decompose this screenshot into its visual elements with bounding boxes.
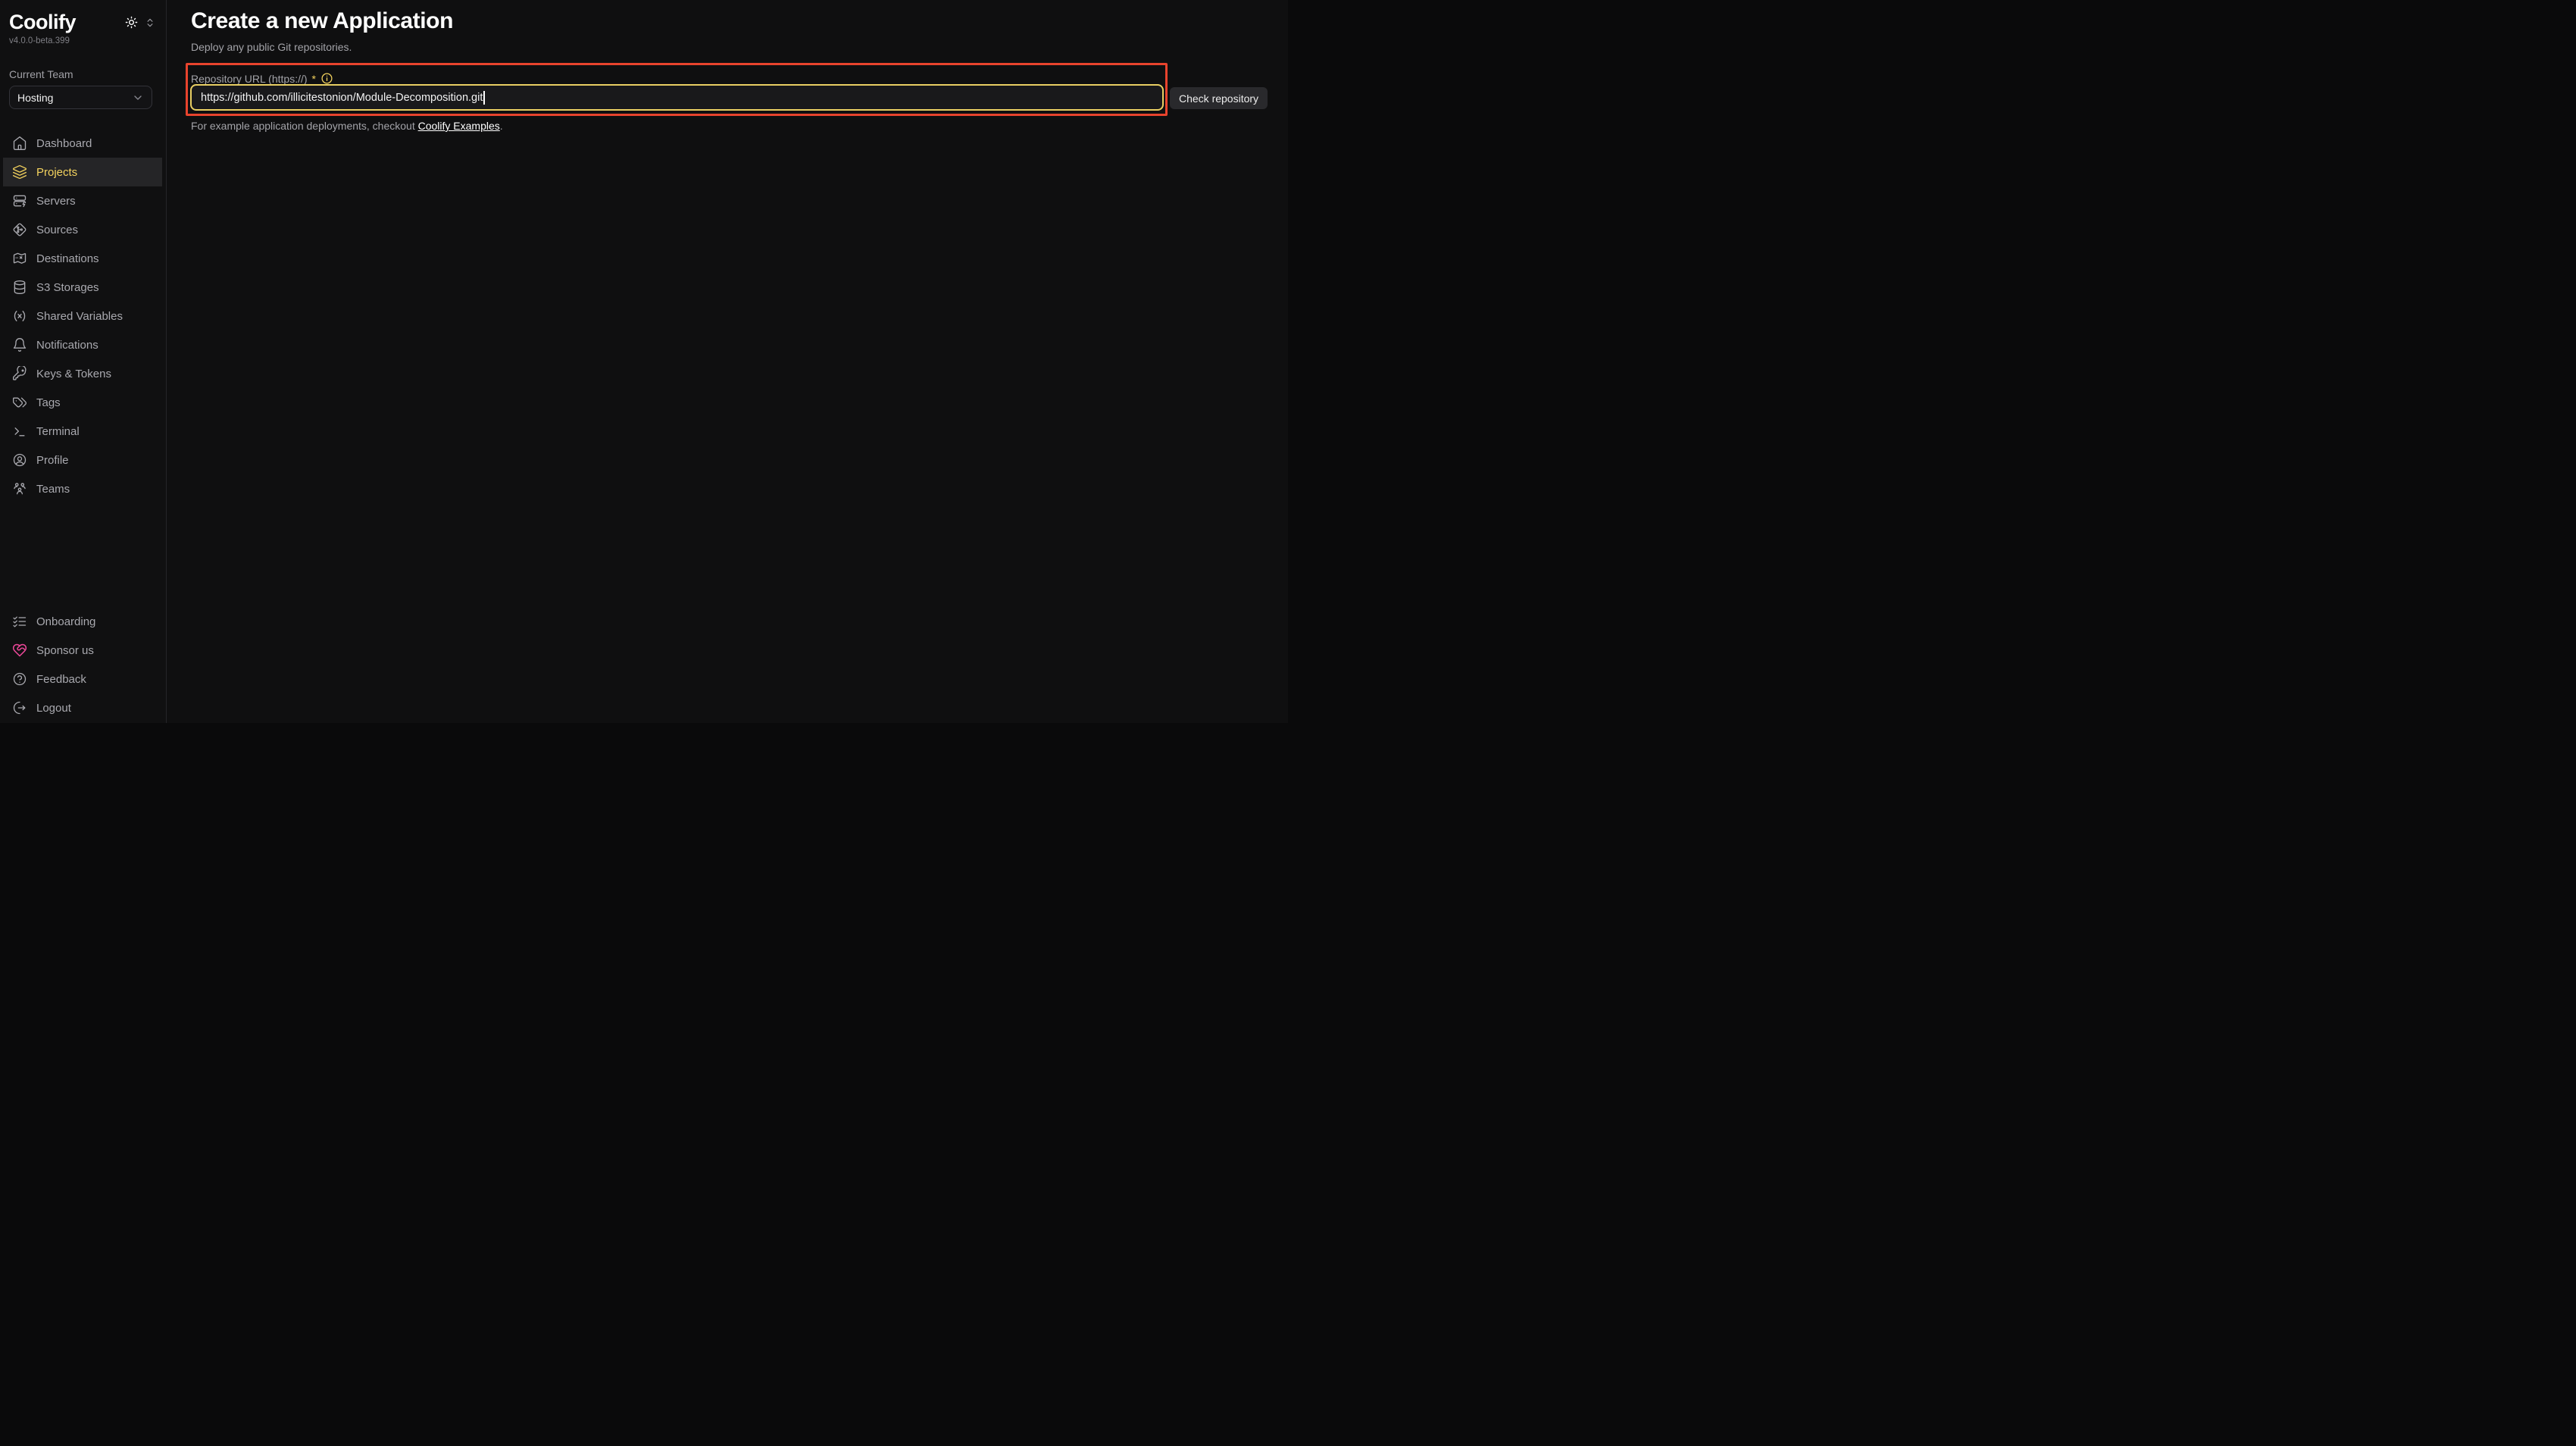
sidebar-item-label: Teams xyxy=(36,483,70,496)
helper-suffix: . xyxy=(500,120,503,132)
sidebar-item-logout[interactable]: Logout xyxy=(3,693,162,722)
app-version: v4.0.0-beta.399 xyxy=(0,36,166,45)
sidebar-item-sources[interactable]: Sources xyxy=(3,215,162,244)
check-repository-button[interactable]: Check repository xyxy=(1170,87,1268,109)
repository-url-input[interactable]: https://github.com/illicitestonion/Modul… xyxy=(190,84,1164,111)
layers-icon xyxy=(12,164,27,180)
database-icon xyxy=(12,280,27,295)
sidebar-item-teams[interactable]: Teams xyxy=(3,474,162,503)
app-logo: Coolify xyxy=(9,10,76,34)
main-content: Create a new Application Deploy any publ… xyxy=(167,0,1288,723)
sidebar-item-label: Tags xyxy=(36,396,61,409)
sidebar-item-label: Logout xyxy=(36,702,71,715)
info-icon[interactable] xyxy=(320,72,333,85)
home-icon xyxy=(12,136,27,151)
coolify-examples-link[interactable]: Coolify Examples xyxy=(418,120,500,132)
sun-icon[interactable] xyxy=(125,16,138,29)
sidebar-item-tags[interactable]: Tags xyxy=(3,388,162,417)
sidebar-item-label: Onboarding xyxy=(36,615,95,628)
sidebar-item-label: Dashboard xyxy=(36,137,92,150)
logout-icon xyxy=(12,700,27,715)
sidebar-item-onboarding[interactable]: Onboarding xyxy=(3,607,162,636)
sidebar: Coolify v4.0.0-beta.399 Current Team Hos… xyxy=(0,0,167,723)
current-team-label: Current Team xyxy=(9,68,73,80)
helper-prefix: For example application deployments, che… xyxy=(191,120,418,132)
sidebar-item-terminal[interactable]: Terminal xyxy=(3,417,162,446)
user-circle-icon xyxy=(12,452,27,468)
sidebar-item-label: Feedback xyxy=(36,673,86,686)
sidebar-item-label: Terminal xyxy=(36,425,80,438)
sidebar-item-s3-storages[interactable]: S3 Storages xyxy=(3,273,162,302)
sidebar-bottom-nav: Onboarding Sponsor us Feedback Logout xyxy=(3,607,162,722)
chevrons-up-down-icon[interactable] xyxy=(145,17,155,28)
tags-icon xyxy=(12,395,27,410)
sidebar-item-label: S3 Storages xyxy=(36,281,99,294)
help-circle-icon xyxy=(12,671,27,687)
heart-handshake-icon xyxy=(12,643,27,658)
chevron-down-icon xyxy=(132,92,144,104)
list-checks-icon xyxy=(12,614,27,629)
map-icon xyxy=(12,251,27,266)
required-marker: * xyxy=(312,73,316,85)
repository-url-value: https://github.com/illicitestonion/Modul… xyxy=(201,92,483,104)
key-icon xyxy=(12,366,27,381)
team-select-value: Hosting xyxy=(17,92,53,104)
sidebar-item-keys-tokens[interactable]: Keys & Tokens xyxy=(3,359,162,388)
sidebar-item-label: Notifications xyxy=(36,339,98,352)
sidebar-item-label: Sponsor us xyxy=(36,644,94,657)
sidebar-item-label: Servers xyxy=(36,195,76,208)
git-source-icon xyxy=(12,222,27,237)
sidebar-item-label: Profile xyxy=(36,454,69,467)
team-select[interactable]: Hosting xyxy=(9,86,152,109)
server-icon xyxy=(12,193,27,208)
sidebar-item-notifications[interactable]: Notifications xyxy=(3,330,162,359)
sidebar-item-sponsor-us[interactable]: Sponsor us xyxy=(3,636,162,665)
sidebar-item-destinations[interactable]: Destinations xyxy=(3,244,162,273)
sidebar-item-label: Sources xyxy=(36,224,78,236)
repository-url-label: Repository URL (https://) xyxy=(191,73,308,85)
sidebar-item-profile[interactable]: Profile xyxy=(3,446,162,474)
sidebar-item-label: Shared Variables xyxy=(36,310,123,323)
sidebar-item-label: Projects xyxy=(36,166,77,179)
coolify-app: Coolify v4.0.0-beta.399 Current Team Hos… xyxy=(0,0,1288,723)
sidebar-item-dashboard[interactable]: Dashboard xyxy=(3,129,162,158)
sidebar-item-projects[interactable]: Projects xyxy=(3,158,162,186)
helper-text: For example application deployments, che… xyxy=(191,120,503,132)
repository-url-label-row: Repository URL (https://) * xyxy=(191,72,333,85)
sidebar-item-label: Destinations xyxy=(36,252,99,265)
text-caret xyxy=(483,91,485,105)
page-title: Create a new Application xyxy=(191,8,453,34)
page-subtitle: Deploy any public Git repositories. xyxy=(191,41,352,53)
users-icon xyxy=(12,481,27,496)
sidebar-nav: Dashboard Projects Servers Sources Desti… xyxy=(3,129,162,503)
sidebar-item-feedback[interactable]: Feedback xyxy=(3,665,162,693)
sidebar-item-label: Keys & Tokens xyxy=(36,368,111,380)
variable-icon xyxy=(12,308,27,324)
sidebar-item-servers[interactable]: Servers xyxy=(3,186,162,215)
bell-icon xyxy=(12,337,27,352)
terminal-icon xyxy=(12,424,27,439)
sidebar-item-shared-variables[interactable]: Shared Variables xyxy=(3,302,162,330)
